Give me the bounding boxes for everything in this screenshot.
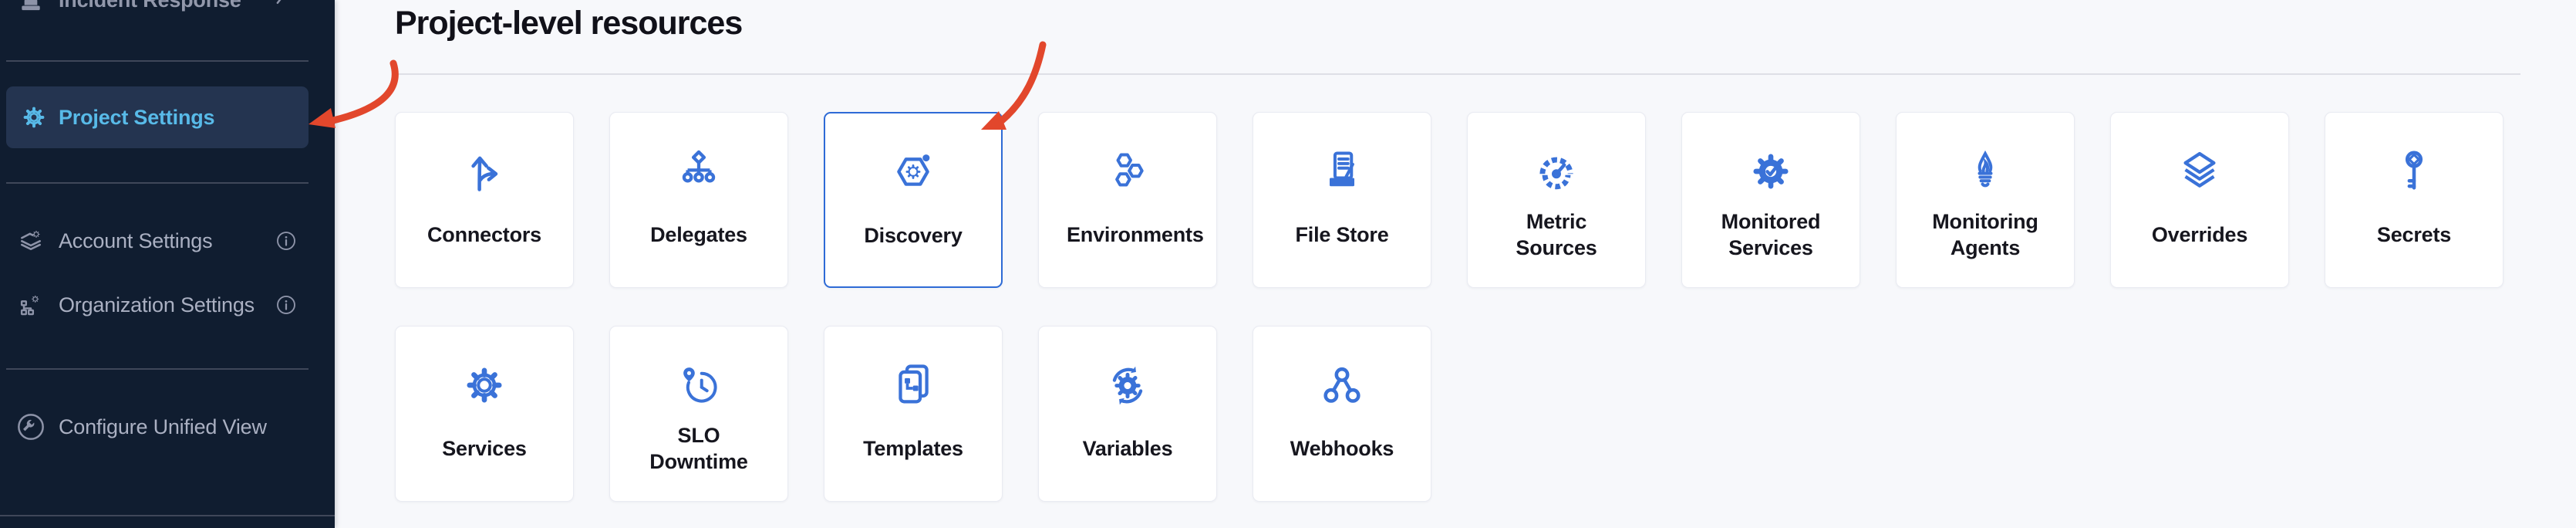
slo-downtime-icon	[674, 360, 723, 410]
card-label: Monitored Services	[1710, 208, 1832, 261]
file-store-icon	[1317, 147, 1367, 196]
card-label: Templates	[863, 435, 963, 462]
chevron-right-icon	[268, 0, 292, 8]
gear-icon	[19, 102, 49, 133]
sidebar-item-configure-unified-view[interactable]: Configure Unified View	[0, 402, 335, 452]
environments-icon	[1103, 147, 1152, 196]
card-label: Overrides	[2152, 222, 2247, 248]
main-content: Project-level resources Connectors Deleg…	[335, 0, 2576, 528]
sidebar-item-label: Account Settings	[59, 229, 212, 253]
sidebar: Incident Response Project Settings Accou…	[0, 0, 335, 528]
card-label: Delegates	[650, 222, 747, 248]
card-label: Secrets	[2377, 222, 2451, 248]
title-divider	[395, 73, 2520, 75]
resource-cards-row-2: Services SLO Downtime Templates Variable…	[395, 326, 1431, 502]
card-discovery[interactable]: Discovery	[824, 112, 1003, 288]
sidebar-item-label: Incident Response	[59, 0, 241, 12]
card-monitored-services[interactable]: Monitored Services	[1681, 112, 1860, 288]
card-webhooks[interactable]: Webhooks	[1253, 326, 1431, 502]
variables-icon	[1103, 360, 1152, 410]
card-delegates[interactable]: Delegates	[609, 112, 788, 288]
sidebar-item-account-settings[interactable]: Account Settings	[0, 216, 335, 266]
card-metric-sources[interactable]: Metric Sources	[1467, 112, 1646, 288]
overrides-icon	[2175, 147, 2224, 196]
card-label: Connectors	[427, 222, 541, 248]
discovery-icon	[888, 147, 938, 197]
sidebar-item-incident-response[interactable]: Incident Response	[0, 0, 335, 22]
info-icon[interactable]	[275, 229, 298, 252]
layers-gear-icon	[15, 225, 46, 256]
card-label: Webhooks	[1290, 435, 1394, 462]
sidebar-item-label: Organization Settings	[59, 293, 255, 317]
card-overrides[interactable]: Overrides	[2110, 112, 2289, 288]
info-icon[interactable]	[275, 293, 298, 316]
card-slo-downtime[interactable]: SLO Downtime	[609, 326, 788, 502]
webhooks-icon	[1317, 360, 1367, 410]
resource-cards-row-1: Connectors Delegates Discovery Environme…	[395, 112, 2504, 288]
sidebar-divider	[6, 182, 309, 184]
orgchart-gear-icon	[15, 289, 46, 320]
card-label: Services	[442, 435, 527, 462]
card-label: File Store	[1295, 222, 1388, 248]
card-secrets[interactable]: Secrets	[2325, 112, 2504, 288]
services-icon	[460, 360, 509, 410]
card-variables[interactable]: Variables	[1038, 326, 1217, 502]
card-label: SLO Downtime	[638, 422, 760, 475]
wrench-circle-icon	[15, 411, 46, 442]
card-label: Variables	[1083, 435, 1173, 462]
metric-sources-icon	[1532, 147, 1581, 196]
sidebar-item-label: Configure Unified View	[59, 415, 267, 439]
sidebar-divider	[6, 60, 309, 62]
delegates-icon	[674, 147, 723, 196]
siren-icon	[15, 0, 46, 15]
card-label: Monitoring Agents	[1924, 208, 2046, 261]
secrets-icon	[2389, 147, 2439, 196]
monitored-services-icon	[1746, 147, 1795, 196]
card-file-store[interactable]: File Store	[1253, 112, 1431, 288]
sidebar-divider	[0, 515, 335, 516]
sidebar-item-organization-settings[interactable]: Organization Settings	[0, 280, 335, 330]
card-monitoring-agents[interactable]: Monitoring Agents	[1896, 112, 2075, 288]
card-environments[interactable]: Environments	[1038, 112, 1217, 288]
sidebar-item-project-settings[interactable]: Project Settings	[6, 86, 309, 148]
templates-icon	[888, 360, 938, 410]
card-connectors[interactable]: Connectors	[395, 112, 574, 288]
connectors-icon	[460, 147, 509, 196]
card-templates[interactable]: Templates	[824, 326, 1003, 502]
monitoring-agents-icon	[1961, 147, 2010, 196]
card-label: Metric Sources	[1495, 208, 1617, 261]
card-services[interactable]: Services	[395, 326, 574, 502]
sidebar-item-label: Project Settings	[59, 106, 214, 130]
card-label: Discovery	[864, 222, 962, 249]
page-title: Project-level resources	[395, 5, 742, 42]
card-label: Environments	[1067, 222, 1189, 248]
sidebar-divider	[6, 368, 309, 370]
